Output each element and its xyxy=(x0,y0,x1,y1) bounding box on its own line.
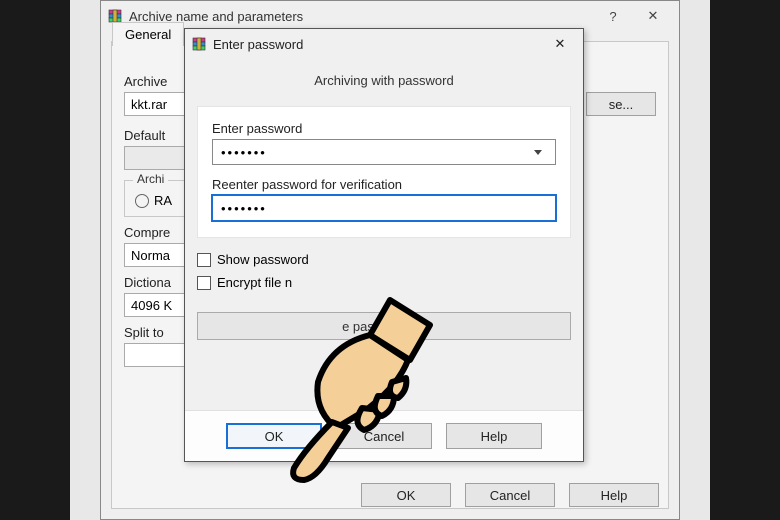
browse-button[interactable]: se... xyxy=(586,92,656,116)
reenter-password-label: Reenter password for verification xyxy=(212,177,556,192)
archive-dialog-titlebar: Archive name and parameters ? ✕ xyxy=(101,1,679,31)
enter-password-input[interactable]: ••••••• xyxy=(212,139,556,165)
dictionary-value: 4096 K xyxy=(131,298,172,313)
archive-ok-button[interactable]: OK xyxy=(361,483,451,507)
encrypt-filenames-label: Encrypt file n xyxy=(217,275,292,290)
archive-help-button[interactable]: Help xyxy=(569,483,659,507)
encrypt-filenames-checkbox[interactable]: Encrypt file n xyxy=(185,275,583,290)
password-panel: Enter password ••••••• Reenter password … xyxy=(197,106,571,238)
tab-general[interactable]: General xyxy=(112,22,184,46)
archive-dialog-buttons: OK Cancel Help xyxy=(361,483,659,507)
archive-format-legend: Archi xyxy=(133,172,168,186)
password-dropdown-icon[interactable] xyxy=(529,150,547,155)
enter-password-value: ••••••• xyxy=(221,145,529,160)
reenter-password-value: ••••••• xyxy=(221,201,547,216)
password-dialog-close-button[interactable]: ✕ xyxy=(543,30,577,58)
reenter-password-input[interactable]: ••••••• xyxy=(212,195,556,221)
password-dialog: Enter password ✕ Archiving with password… xyxy=(184,28,584,462)
format-rar-label: RA xyxy=(154,193,172,208)
password-dialog-buttons: OK Cancel Help xyxy=(185,410,583,461)
archive-name-value: kkt.rar xyxy=(131,97,167,112)
compression-value: Norma xyxy=(131,248,170,263)
password-dialog-subtitle: Archiving with password xyxy=(185,73,583,88)
checkbox-icon xyxy=(197,253,211,267)
archive-cancel-button[interactable]: Cancel xyxy=(465,483,555,507)
password-cancel-button[interactable]: Cancel xyxy=(336,423,432,449)
winrar-icon xyxy=(191,36,207,52)
organize-passwords-button[interactable]: e passwords... xyxy=(197,312,571,340)
password-dialog-title: Enter password xyxy=(213,37,303,52)
close-button[interactable]: ✕ xyxy=(633,2,673,30)
checkbox-icon xyxy=(197,276,211,290)
password-dialog-titlebar: Enter password ✕ xyxy=(185,29,583,59)
password-help-button[interactable]: Help xyxy=(446,423,542,449)
password-ok-button[interactable]: OK xyxy=(226,423,322,449)
radio-icon xyxy=(135,194,149,208)
chevron-down-icon xyxy=(534,150,542,155)
help-button[interactable]: ? xyxy=(593,2,633,30)
show-password-label: Show password xyxy=(217,252,309,267)
enter-password-label: Enter password xyxy=(212,121,556,136)
show-password-checkbox[interactable]: Show password xyxy=(185,252,583,267)
